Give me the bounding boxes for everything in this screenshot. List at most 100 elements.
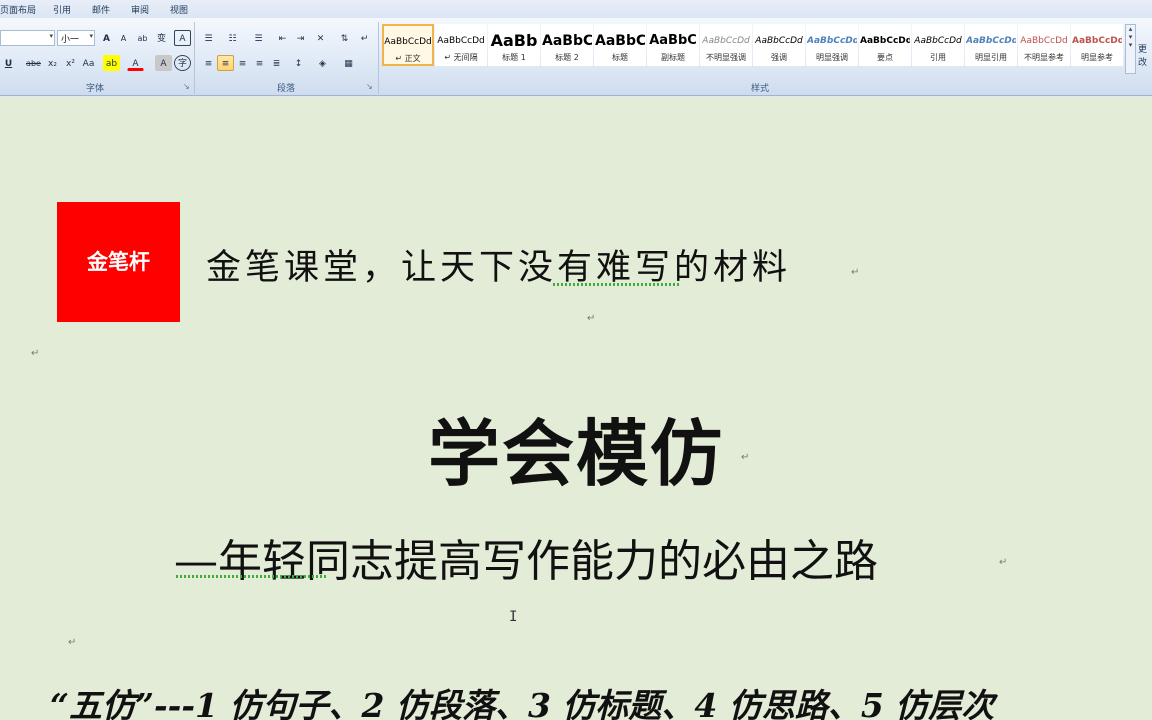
change-styles-button[interactable]: 更改 bbox=[1138, 42, 1152, 68]
style-item[interactable]: AaBbCcDd 引用 bbox=[912, 24, 964, 66]
shrink-font-button[interactable]: A bbox=[115, 30, 132, 46]
style-name: 明显参考 bbox=[1081, 53, 1113, 62]
style-sample: AaBbCcDd bbox=[807, 36, 857, 46]
style-name: ↵ 正文 bbox=[395, 54, 421, 63]
tab-mailings[interactable]: 邮件 bbox=[92, 3, 110, 16]
ribbon: ▾ 小一 ▾ A A ab 变 A U abe x₂ x² Aa ab A A … bbox=[0, 18, 1152, 96]
phonetic-guide-button[interactable]: 变 bbox=[153, 30, 170, 46]
style-sample: AaBbCcDd bbox=[966, 36, 1016, 46]
tab-review[interactable]: 审阅 bbox=[131, 3, 149, 16]
style-sample: AaBbCcDd bbox=[384, 37, 432, 47]
style-sample: AaBbCcDd bbox=[702, 36, 750, 46]
spellcheck-squiggle bbox=[553, 283, 679, 286]
group-divider bbox=[378, 22, 379, 94]
style-item[interactable]: AaBbCcDd ↵ 无间隔 bbox=[435, 24, 487, 66]
style-sample: AaBb bbox=[490, 31, 538, 50]
document-title[interactable]: 学会模仿 bbox=[0, 395, 1152, 500]
font-name-combo[interactable]: ▾ bbox=[0, 30, 55, 46]
numbering-icon[interactable]: ☷ bbox=[224, 30, 241, 46]
enclose-char-button[interactable]: 字 bbox=[174, 55, 191, 71]
chevron-down-icon[interactable]: ▾ bbox=[89, 32, 93, 40]
logo-text: 金笔杆 bbox=[87, 250, 150, 274]
line-spacing-icon[interactable]: ↕ bbox=[290, 55, 307, 71]
borders-icon[interactable]: ▦ bbox=[340, 55, 357, 71]
styles-gallery: AaBbCcDd ↵ 正文 AaBbCcDd ↵ 无间隔 AaBb 标题 1 AaBbC 标题… bbox=[382, 24, 1123, 74]
paragraph-mark-icon: ↵ bbox=[68, 637, 77, 648]
style-name: 标题 1 bbox=[502, 53, 526, 62]
font-group-label: 字体 bbox=[85, 84, 104, 94]
text-cursor-icon: I bbox=[509, 609, 518, 625]
change-case-button[interactable]: Aa bbox=[80, 55, 97, 71]
logo-box: 金笔杆 bbox=[57, 202, 180, 322]
paragraph-group-label: 段落 bbox=[276, 84, 295, 94]
style-item[interactable]: AaBbC 标题 2 bbox=[541, 24, 593, 66]
subscript-button[interactable]: x₂ bbox=[44, 55, 61, 71]
font-color-button[interactable]: A bbox=[127, 55, 144, 71]
style-name: 明显引用 bbox=[975, 53, 1007, 62]
distribute-icon[interactable]: ≣ bbox=[268, 55, 285, 71]
style-item[interactable]: AaBb 标题 1 bbox=[488, 24, 540, 66]
style-item[interactable]: AaBbCcDd 强调 bbox=[753, 24, 805, 66]
style-sample: AaBbCcDd bbox=[860, 36, 910, 46]
style-item[interactable]: AaBbC 标题 bbox=[594, 24, 646, 66]
align-left-icon[interactable]: ≡ bbox=[200, 55, 217, 71]
clear-format-button[interactable]: ab bbox=[134, 30, 151, 46]
tab-page-layout[interactable]: 页面布局 bbox=[0, 3, 36, 16]
style-sample: AaBbC bbox=[595, 33, 645, 49]
style-sample: AaBbCcDd bbox=[755, 36, 803, 46]
highlight-color-button[interactable]: ab bbox=[103, 55, 120, 71]
font-size-value: 小一 bbox=[61, 35, 80, 45]
style-item[interactable]: AaBbC 副标题 bbox=[647, 24, 699, 66]
dialog-launcher-icon[interactable]: ↘ bbox=[366, 82, 373, 91]
dialog-launcher-icon[interactable]: ↘ bbox=[183, 82, 190, 91]
underline-button[interactable]: U bbox=[0, 55, 17, 71]
document-subtitle[interactable]: —年轻同志提高写作能力的必由之路 bbox=[174, 525, 878, 589]
style-item[interactable]: AaBbCcDd 不明显参考 bbox=[1018, 24, 1070, 66]
style-sample: AaBbCcDd bbox=[914, 36, 962, 46]
char-border-button[interactable]: A bbox=[174, 30, 191, 46]
style-sample: AaBbC bbox=[649, 33, 697, 48]
spellcheck-squiggle bbox=[176, 575, 328, 578]
style-name: 不明显参考 bbox=[1024, 53, 1064, 62]
slogan-line[interactable]: 金笔课堂，让天下没有难写的材料 bbox=[206, 239, 791, 290]
decrease-indent-icon[interactable]: ⇤ bbox=[274, 30, 291, 46]
style-item[interactable]: AaBbCcDd 不明显强调 bbox=[700, 24, 752, 66]
style-sample: AaBbCcDd bbox=[1020, 36, 1068, 46]
style-item[interactable]: AaBbCcDd 明显引用 bbox=[965, 24, 1017, 66]
sort-icon[interactable]: ⇅ bbox=[336, 30, 353, 46]
style-name: 明显强调 bbox=[816, 53, 848, 62]
show-marks-icon[interactable]: ↵ bbox=[356, 30, 373, 46]
chevron-down-icon[interactable]: ▾ bbox=[49, 32, 53, 40]
style-item[interactable]: AaBbCcDd ↵ 正文 bbox=[382, 24, 434, 66]
group-divider bbox=[194, 22, 195, 94]
superscript-button[interactable]: x² bbox=[62, 55, 79, 71]
style-item[interactable]: AaBbCcDd 明显参考 bbox=[1071, 24, 1123, 66]
strikethrough-button[interactable]: abe bbox=[25, 55, 42, 71]
ribbon-tab-bar: 页面布局 引用 邮件 审阅 视图 bbox=[0, 0, 1152, 18]
multilevel-list-icon[interactable]: ☰ bbox=[250, 30, 267, 46]
align-center-icon[interactable]: ≡ bbox=[217, 55, 234, 71]
style-name: 不明显强调 bbox=[706, 53, 746, 62]
five-imitations-line[interactable]: “五仿”---1 仿句子、2 仿段落、3 仿标题、4 仿思路、5 仿层次 bbox=[50, 679, 994, 720]
gallery-scrollbar[interactable]: ▴ ▾ ▾ bbox=[1125, 24, 1136, 74]
style-name: ↵ 无间隔 bbox=[444, 53, 478, 62]
tab-references[interactable]: 引用 bbox=[53, 3, 71, 16]
align-right-icon[interactable]: ≡ bbox=[234, 55, 251, 71]
shading-icon[interactable]: ◈ bbox=[314, 55, 331, 71]
style-item[interactable]: AaBbCcDd 明显强调 bbox=[806, 24, 858, 66]
increase-indent-icon[interactable]: ⇥ bbox=[292, 30, 309, 46]
grow-font-button[interactable]: A bbox=[98, 30, 115, 46]
bullets-icon[interactable]: ☰ bbox=[200, 30, 217, 46]
paragraph-mark-icon: ↵ bbox=[999, 557, 1008, 568]
tab-view[interactable]: 视图 bbox=[170, 3, 188, 16]
document-page[interactable]: 金笔杆 金笔课堂，让天下没有难写的材料 ↵ ↵ ↵ 学会模仿 ↵ —年轻同志提高… bbox=[0, 97, 1152, 720]
paragraph-mark-icon: ↵ bbox=[587, 313, 596, 324]
justify-icon[interactable]: ≡ bbox=[251, 55, 268, 71]
font-size-combo[interactable]: 小一 ▾ bbox=[57, 30, 95, 46]
style-sample: AaBbCcDd bbox=[1072, 36, 1122, 46]
style-item[interactable]: AaBbCcDd 要点 bbox=[859, 24, 911, 66]
style-name: 强调 bbox=[771, 53, 787, 62]
char-shading-button[interactable]: A bbox=[155, 55, 172, 71]
style-name: 副标题 bbox=[661, 53, 685, 62]
asian-layout-icon[interactable]: ✕ bbox=[312, 30, 329, 46]
